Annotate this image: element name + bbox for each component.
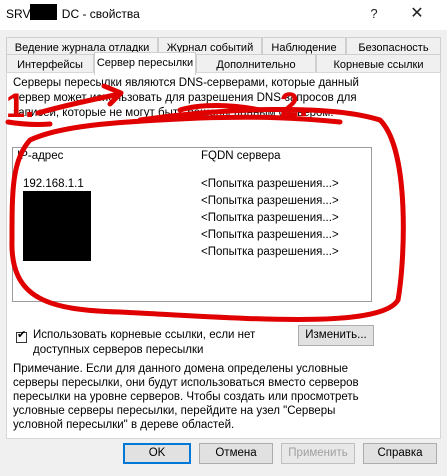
- tab-interfaces[interactable]: Интерфейсы: [6, 54, 94, 74]
- note-text: Примечание. Если для данного домена опре…: [13, 363, 359, 431]
- tab-forwarders[interactable]: Сервер пересылки: [94, 52, 196, 75]
- forwarder-fqdn[interactable]: <Попытка разрешения...>: [201, 212, 339, 224]
- forwarder-fqdn[interactable]: <Попытка разрешения...>: [201, 178, 339, 190]
- root-hints-checkbox[interactable]: ✔: [16, 329, 27, 343]
- checkmark-icon: ✔: [17, 329, 27, 341]
- ok-button[interactable]: OK: [123, 443, 191, 464]
- forwarder-fqdn[interactable]: <Попытка разрешения...>: [201, 246, 339, 258]
- root-hints-checkbox-label[interactable]: Использовать корневые ссылки, если нет д…: [33, 328, 283, 358]
- close-button[interactable]: ✕: [405, 3, 429, 25]
- help-button[interactable]: Справка: [363, 443, 437, 464]
- column-header-fqdn[interactable]: FQDN сервера: [201, 150, 280, 162]
- title-bar: SRV- DC - свойства ? ✕: [0, 0, 447, 30]
- tab-root-hints[interactable]: Корневые ссылки: [316, 54, 441, 74]
- help-title-button[interactable]: ?: [362, 3, 386, 25]
- change-button[interactable]: Изменить...: [298, 325, 374, 346]
- apply-button[interactable]: Применить: [281, 443, 355, 464]
- cancel-button[interactable]: Отмена: [199, 443, 273, 464]
- redacted-ip-addresses: [23, 191, 91, 261]
- forwarders-description: Серверы пересылки являются DNS-серверами…: [13, 77, 359, 119]
- forwarder-fqdn[interactable]: <Попытка разрешения...>: [201, 229, 339, 241]
- column-header-ip[interactable]: IP-адрес: [17, 150, 63, 162]
- redacted-hostname: [30, 4, 57, 20]
- forwarder-fqdn[interactable]: <Попытка разрешения...>: [201, 195, 339, 207]
- tab-advanced[interactable]: Дополнительно: [196, 54, 316, 74]
- window-title: SRV- DC - свойства: [6, 7, 140, 21]
- forwarder-ip[interactable]: 192.168.1.1: [23, 178, 84, 190]
